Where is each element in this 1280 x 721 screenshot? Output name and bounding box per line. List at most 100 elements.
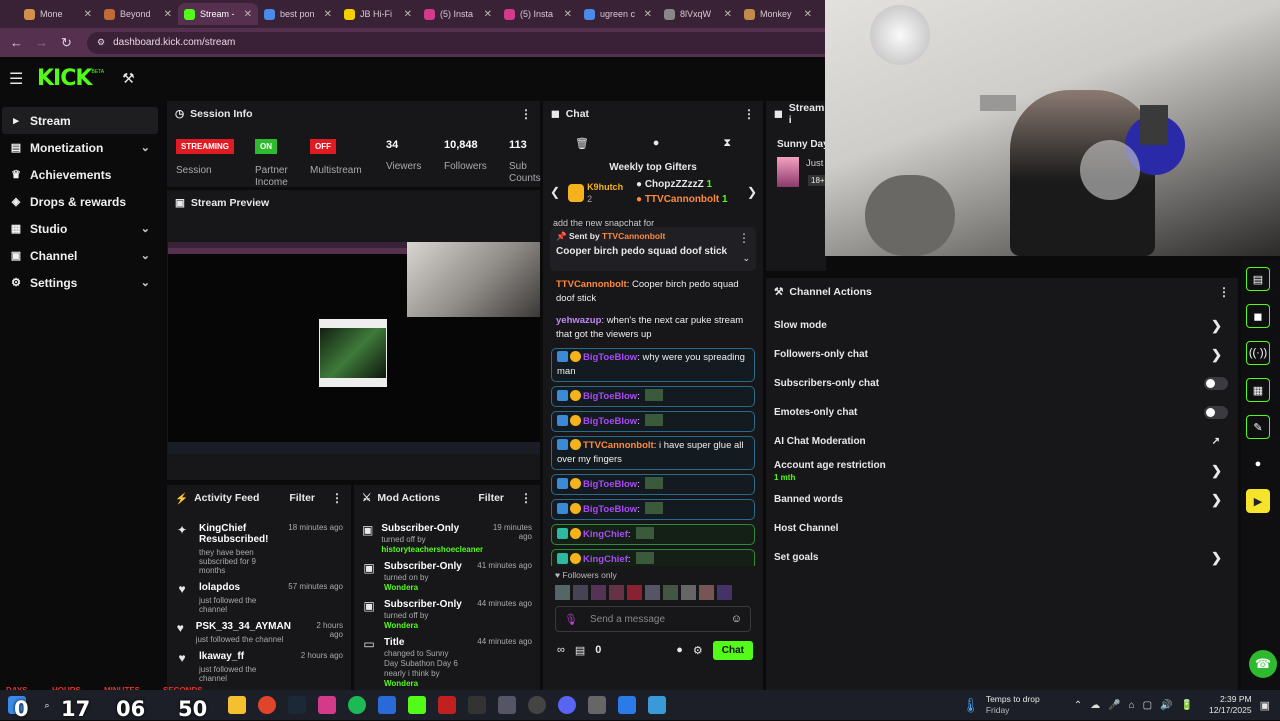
layout-icon[interactable]: ▦	[1246, 378, 1270, 402]
notes-icon[interactable]: ▤	[1246, 267, 1270, 291]
stream-preview-video[interactable]	[168, 242, 540, 454]
chat-username[interactable]: KingChief	[583, 554, 628, 565]
channel-action-subscribers-only-chat[interactable]: Subscribers-only chat	[766, 369, 1238, 398]
close-icon[interactable]: ✕	[404, 9, 412, 20]
weather-widget[interactable]: Temps to drop Friday	[986, 694, 1066, 716]
steam-icon[interactable]	[288, 696, 306, 714]
browser-tab[interactable]: (5) Insta ✕	[418, 3, 498, 25]
channel-action-banned-words[interactable]: Banned words ❯	[766, 485, 1238, 514]
channel-action-account-age-restriction[interactable]: Account age restriction 1 mth ❯	[766, 456, 1238, 485]
browser-tab[interactable]: (5) Insta ✕	[498, 3, 578, 25]
close-icon[interactable]: ✕	[84, 9, 92, 20]
close-icon[interactable]: ✕	[644, 9, 652, 20]
toggle-switch[interactable]	[1204, 377, 1228, 390]
message-input[interactable]: 🎙 Send a message ☺	[555, 606, 751, 632]
close-icon[interactable]: ✕	[164, 9, 172, 20]
browser-tab[interactable]: JB Hi-Fi ✕	[338, 3, 418, 25]
sidebar-item-studio[interactable]: ▦ Studio ⌄	[2, 215, 158, 242]
wrench-icon[interactable]: ✎	[1246, 415, 1270, 439]
browser-tab[interactable]: Stream - ✕	[178, 3, 258, 25]
support-icon[interactable]: ☎	[1249, 650, 1277, 678]
close-icon[interactable]: ✕	[484, 9, 492, 20]
mod-action-user[interactable]: Wondera	[384, 679, 418, 688]
sidebar-item-monetization[interactable]: ▤ Monetization ⌄	[2, 134, 158, 161]
more-icon[interactable]: ⋮	[1218, 285, 1230, 299]
close-icon[interactable]: ✕	[324, 9, 332, 20]
spotify-icon[interactable]	[348, 696, 366, 714]
browser-tab[interactable]: Monkey ✕	[738, 3, 818, 25]
sidebar-item-achievements[interactable]: ♛ Achievements	[2, 161, 158, 188]
more-icon[interactable]: ⋮	[520, 491, 532, 505]
xbox-icon[interactable]	[528, 696, 546, 714]
chat-message[interactable]: BigToeBlow:	[551, 474, 755, 495]
more-icon[interactable]: ⋮	[331, 491, 343, 505]
hourglass-icon[interactable]: ⧗	[723, 137, 731, 150]
chat-username[interactable]: KingChief	[583, 529, 628, 540]
mail-icon[interactable]	[618, 696, 636, 714]
browser-tab[interactable]: Mone ✕	[18, 3, 98, 25]
chevron-down-icon[interactable]: ⌄	[141, 249, 150, 262]
toggle-switch[interactable]	[1204, 406, 1228, 419]
browser-tab[interactable]: 8lVxqW ✕	[658, 3, 738, 25]
chat-message[interactable]: yehwazup: when's the next car puke strea…	[551, 312, 755, 344]
chat-username[interactable]: BigToeBlow	[583, 416, 637, 427]
epic-icon[interactable]	[468, 696, 486, 714]
chrome-icon[interactable]	[258, 696, 276, 714]
more-icon[interactable]: ⋮	[738, 231, 750, 245]
chevron-right-icon[interactable]: ❯	[1211, 318, 1222, 334]
channel-action-host-channel[interactable]: Host Channel	[766, 514, 1238, 543]
channel-action-slow-mode[interactable]: Slow mode ❯	[766, 311, 1238, 340]
send-chat-button[interactable]: Chat	[712, 640, 753, 660]
chevron-right-icon[interactable]: ❯	[1211, 492, 1222, 508]
kick-app-icon[interactable]	[408, 696, 426, 714]
hammer-icon[interactable]: ⚒	[122, 70, 135, 87]
broadcast-icon[interactable]: ((·))	[1246, 341, 1270, 365]
chat-username[interactable]: BigToeBlow	[583, 479, 637, 490]
explorer-icon[interactable]	[228, 696, 246, 714]
gift-icon[interactable]: ▤	[575, 644, 585, 657]
chat-message[interactable]: KingChief:	[551, 549, 755, 566]
mod-filter-button[interactable]: Filter	[478, 492, 504, 504]
chat-username[interactable]: TTVCannonbolt	[583, 440, 654, 451]
discord-icon[interactable]	[558, 696, 576, 714]
chevron-down-icon[interactable]: ⌄	[141, 141, 150, 154]
browser-tab[interactable]: Beyond ✕	[98, 3, 178, 25]
chevron-down-icon[interactable]: ⌄	[742, 253, 750, 264]
settings-app-icon[interactable]	[498, 696, 516, 714]
channel-action-set-goals[interactable]: Set goals ❯	[766, 543, 1238, 572]
chat-message[interactable]: BigToeBlow: why were you spreading man	[551, 348, 755, 382]
sidebar-item-drops[interactable]: ◈ Drops & rewards	[2, 188, 158, 215]
mod-action-user[interactable]: Wondera	[384, 621, 418, 630]
chat-message[interactable]: TTVCannonbolt: Cooper birch pedo squad d…	[551, 276, 755, 308]
instagram-icon[interactable]	[318, 696, 336, 714]
chevron-down-icon[interactable]: ⌄	[141, 276, 150, 289]
close-icon[interactable]: ✕	[804, 9, 812, 20]
mic-icon[interactable]: 🎙	[564, 613, 578, 626]
close-icon[interactable]: ✕	[564, 9, 572, 20]
sidebar-item-channel[interactable]: ▣ Channel ⌄	[2, 242, 158, 269]
reload-icon[interactable]: ↻	[54, 35, 79, 51]
close-icon[interactable]: ✕	[244, 9, 252, 20]
sidebar-item-stream[interactable]: ▸ Stream	[2, 107, 158, 134]
settings-icon[interactable]: ⚙	[693, 644, 703, 657]
store-icon[interactable]	[438, 696, 456, 714]
group-icon[interactable]: ●	[1246, 452, 1270, 476]
menu-icon[interactable]: ☰	[9, 69, 33, 89]
back-icon[interactable]: ←	[4, 35, 29, 50]
chat-username[interactable]: BigToeBlow	[583, 504, 637, 515]
tray-icons[interactable]: ⌃☁🎤⌂▢🔊🔋	[1074, 700, 1201, 711]
chat-emote-icon[interactable]: ●	[676, 644, 683, 656]
trash-icon[interactable]: 🗑	[575, 137, 589, 150]
chevron-right-icon[interactable]: ❯	[1211, 463, 1222, 479]
channel-action-ai-chat-moderation[interactable]: AI Chat Moderation ↗	[766, 427, 1238, 456]
kick-logo[interactable]: KICK	[37, 66, 92, 91]
chat-mode-icon[interactable]: ●	[653, 137, 660, 149]
mod-action-user[interactable]: historyteachershoecleaner	[381, 545, 483, 554]
chevron-right-icon[interactable]: ❯	[1211, 550, 1222, 566]
chat-message[interactable]: BigToeBlow:	[551, 411, 755, 432]
site-info-icon[interactable]: ⚙	[97, 37, 105, 48]
chevron-down-icon[interactable]: ⌄	[141, 222, 150, 235]
clock[interactable]: 2:39 PM 12/17/2025	[1209, 694, 1252, 716]
browser-tab[interactable]: best pon ✕	[258, 3, 338, 25]
chat-message[interactable]: BigToeBlow:	[551, 499, 755, 520]
